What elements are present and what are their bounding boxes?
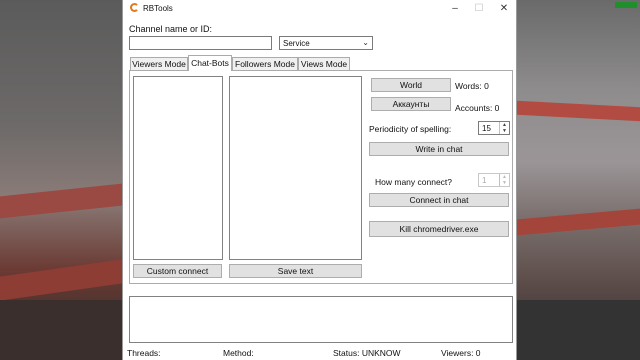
title-bar[interactable]: RBTools – ☐ ✕ bbox=[123, 0, 516, 18]
tab-views-mode[interactable]: Views Mode bbox=[298, 57, 350, 70]
log-output[interactable] bbox=[129, 296, 513, 343]
minimize-button[interactable]: – bbox=[442, 0, 468, 17]
tab-chat-bots[interactable]: Chat-Bots bbox=[188, 55, 232, 71]
stepper-arrows-icon[interactable]: ▲ ▼ bbox=[499, 174, 509, 186]
background-floor bbox=[517, 300, 640, 360]
periodicity-stepper[interactable]: 15 ▲ ▼ bbox=[478, 121, 510, 135]
status-viewers: Viewers: 0 bbox=[441, 348, 481, 358]
accounts-count: Accounts: 0 bbox=[455, 103, 500, 113]
save-text-button[interactable]: Save text bbox=[229, 264, 362, 278]
custom-connect-button[interactable]: Custom connect bbox=[133, 264, 222, 278]
window-title: RBTools bbox=[143, 4, 173, 13]
channel-input[interactable] bbox=[129, 36, 272, 50]
accounts-button[interactable]: Аккаунты bbox=[371, 97, 451, 111]
accounts-list[interactable] bbox=[133, 76, 223, 260]
status-state: Status: UNKNOW bbox=[333, 348, 401, 358]
channel-label: Channel name or ID: bbox=[129, 24, 213, 34]
connect-in-chat-button[interactable]: Connect in chat bbox=[369, 193, 509, 207]
close-button[interactable]: ✕ bbox=[491, 0, 517, 17]
rbtools-window: RBTools – ☐ ✕ Channel name or ID: Servic… bbox=[122, 0, 517, 360]
connect-count-stepper[interactable]: 1 ▲ ▼ bbox=[478, 173, 510, 187]
kill-chromedriver-button[interactable]: Kill chromedriver.exe bbox=[369, 221, 509, 237]
service-selected-value: Service bbox=[283, 39, 310, 48]
maximize-button[interactable]: ☐ bbox=[466, 0, 492, 17]
fps-overlay-badge bbox=[615, 2, 637, 8]
tab-followers-mode[interactable]: Followers Mode bbox=[232, 57, 298, 70]
status-threads: Threads: bbox=[127, 348, 161, 358]
background-floor bbox=[0, 300, 122, 360]
periodicity-label: Periodicity of spelling: bbox=[369, 124, 452, 134]
service-dropdown[interactable]: Service ⌄ bbox=[279, 36, 373, 50]
tab-viewers-mode[interactable]: Viewers Mode bbox=[130, 57, 188, 70]
status-method: Method: bbox=[223, 348, 254, 358]
world-button[interactable]: World bbox=[371, 78, 451, 92]
how-many-connect-label: How many connect? bbox=[375, 177, 453, 187]
words-count: Words: 0 bbox=[455, 81, 489, 91]
stepper-arrows-icon[interactable]: ▲ ▼ bbox=[499, 122, 509, 134]
periodicity-value: 15 bbox=[482, 124, 491, 133]
chevron-down-icon: ⌄ bbox=[362, 38, 369, 47]
app-logo-icon bbox=[130, 3, 139, 12]
messages-textarea[interactable] bbox=[229, 76, 362, 260]
write-in-chat-button[interactable]: Write in chat bbox=[369, 142, 509, 156]
connect-count-value: 1 bbox=[482, 176, 487, 185]
